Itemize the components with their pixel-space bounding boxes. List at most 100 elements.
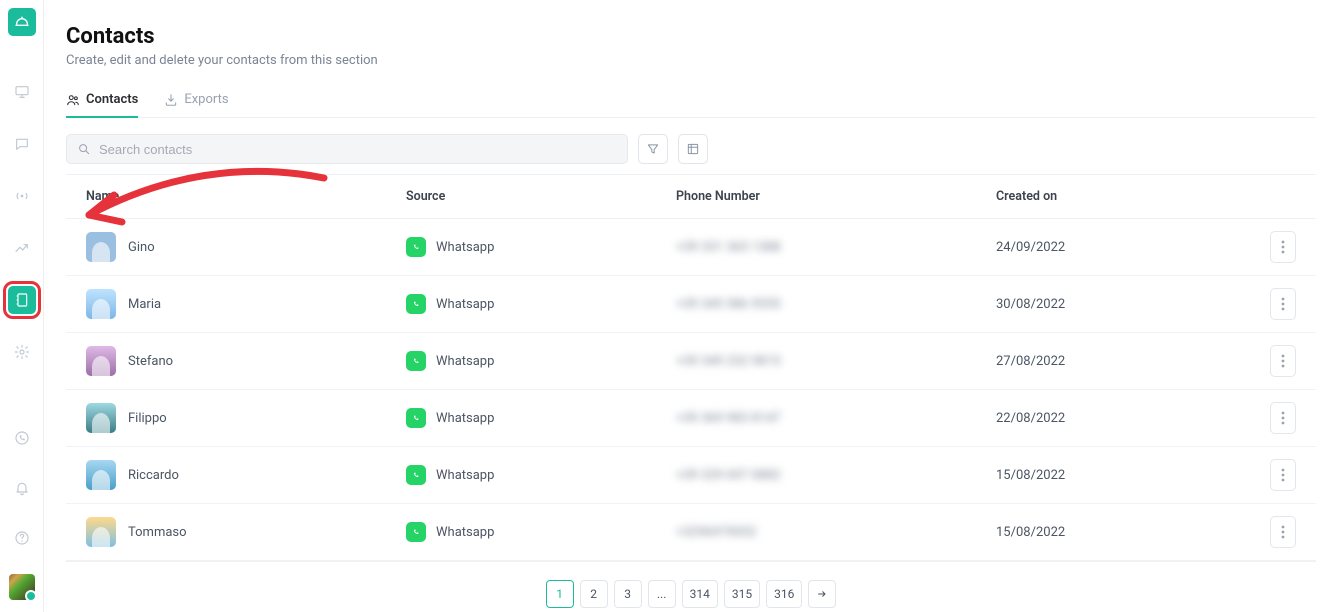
page-3[interactable]: 3 [614, 580, 642, 608]
cell-phone: +39 369 983 8147 [676, 411, 996, 426]
contact-name: Stefano [128, 354, 173, 369]
whatsapp-icon [406, 237, 426, 257]
dots-vertical-icon [1281, 297, 1285, 311]
cell-created: 15/08/2022 [996, 468, 1240, 483]
contact-avatar [86, 346, 116, 376]
cloche-icon [14, 14, 30, 30]
col-phone: Phone Number [676, 189, 996, 204]
tab-contacts[interactable]: Contacts [66, 92, 138, 117]
dots-vertical-icon [1281, 354, 1285, 368]
trend-icon [14, 240, 30, 256]
search-input[interactable] [99, 142, 617, 157]
nav-help[interactable] [8, 524, 36, 552]
row-menu-button[interactable] [1270, 288, 1296, 320]
controls-bar [66, 134, 1316, 164]
dots-vertical-icon [1281, 468, 1285, 482]
nav-analytics[interactable] [8, 234, 36, 262]
page-314[interactable]: 314 [682, 580, 718, 608]
nav-messages[interactable] [8, 130, 36, 158]
sidebar [0, 0, 44, 612]
dots-vertical-icon [1281, 525, 1285, 539]
table-row[interactable]: Riccardo Whatsapp+39 329 697 088215/08/20… [66, 447, 1316, 504]
nav-contacts[interactable] [8, 286, 36, 314]
nav-settings[interactable] [8, 338, 36, 366]
cell-source: Whatsapp [406, 522, 676, 542]
broadcast-icon [14, 188, 30, 204]
gear-icon [14, 344, 30, 360]
contact-avatar [86, 403, 116, 433]
contact-avatar [86, 289, 116, 319]
page-title: Contacts [66, 24, 1316, 49]
source-label: Whatsapp [436, 297, 494, 312]
nav-broadcast[interactable] [8, 182, 36, 210]
book-icon [14, 292, 30, 308]
users-icon [66, 93, 80, 107]
contact-name: Gino [128, 240, 155, 255]
whatsapp-icon [406, 522, 426, 542]
source-label: Whatsapp [436, 525, 494, 540]
table-row[interactable]: GinoWhatsapp+39 331 365 138824/09/2022 [66, 219, 1316, 276]
dots-vertical-icon [1281, 240, 1285, 254]
col-name: Name [86, 189, 406, 204]
dots-vertical-icon [1281, 411, 1285, 425]
cell-name: Stefano [86, 346, 406, 376]
cell-phone: +39 331 365 1388 [676, 240, 996, 255]
cell-source: Whatsapp [406, 408, 676, 428]
cell-name: Maria [86, 289, 406, 319]
page-2[interactable]: 2 [580, 580, 608, 608]
page-next[interactable] [808, 580, 836, 608]
arrow-right-icon [816, 588, 828, 600]
columns-button[interactable] [678, 134, 708, 164]
source-label: Whatsapp [436, 411, 494, 426]
cell-phone: +39 349 232 9815 [676, 354, 996, 369]
contact-name: Riccardo [128, 468, 179, 483]
cell-name: Tommaso [86, 517, 406, 547]
source-label: Whatsapp [436, 354, 494, 369]
user-avatar[interactable] [9, 574, 35, 600]
cell-source: Whatsapp [406, 465, 676, 485]
tab-label: Contacts [86, 92, 138, 107]
table-row[interactable]: Stefano Whatsapp +39 349 232 981527/08/202… [66, 333, 1316, 390]
page-ellipsis: ... [648, 580, 676, 608]
page-316[interactable]: 316 [766, 580, 802, 608]
table-row[interactable]: TommasoWhatsapp+329697005215/08/2022 [66, 504, 1316, 561]
cell-phone: +39 329 697 0882 [676, 468, 996, 483]
whatsapp-icon [406, 294, 426, 314]
row-menu-button[interactable] [1270, 459, 1296, 491]
col-source: Source [406, 189, 676, 204]
tabs: Contacts Exports [66, 92, 1316, 118]
app-logo[interactable] [8, 8, 36, 36]
search-input-wrap[interactable] [66, 134, 628, 164]
page-315[interactable]: 315 [724, 580, 760, 608]
nav-dashboard[interactable] [8, 78, 36, 106]
contact-avatar [86, 232, 116, 262]
cell-created: 27/08/2022 [996, 354, 1240, 369]
cell-created: 22/08/2022 [996, 411, 1240, 426]
monitor-icon [14, 84, 30, 100]
row-menu-button[interactable] [1270, 402, 1296, 434]
tab-exports[interactable]: Exports [164, 92, 228, 117]
row-menu-button[interactable] [1270, 345, 1296, 377]
page-1[interactable]: 1 [546, 580, 574, 608]
row-menu-button[interactable] [1270, 516, 1296, 548]
table-row[interactable]: FilippoWhatsapp+39 369 983 814722/08/202… [66, 390, 1316, 447]
bell-icon [14, 480, 30, 496]
contact-avatar [86, 460, 116, 490]
cell-source: Whatsapp [406, 237, 676, 257]
table-row[interactable]: MariaWhatsapp+39 345 586 955530/08/2022 [66, 276, 1316, 333]
col-created: Created on [996, 189, 1240, 204]
help-icon [14, 530, 30, 546]
page-subtitle: Create, edit and delete your contacts fr… [66, 53, 1316, 68]
download-icon [164, 93, 178, 107]
contacts-table: Name Source Phone Number Created on Gino… [66, 174, 1316, 561]
cell-created: 30/08/2022 [996, 297, 1240, 312]
filter-button[interactable] [638, 134, 668, 164]
nav-notifications[interactable] [8, 474, 36, 502]
row-menu-button[interactable] [1270, 231, 1296, 263]
search-icon [77, 142, 91, 156]
cell-source: Whatsapp [406, 351, 676, 371]
contact-name: Maria [128, 297, 161, 312]
nav-whatsapp[interactable] [8, 424, 36, 452]
cell-name: Riccardo [86, 460, 406, 490]
cell-source: Whatsapp [406, 294, 676, 314]
